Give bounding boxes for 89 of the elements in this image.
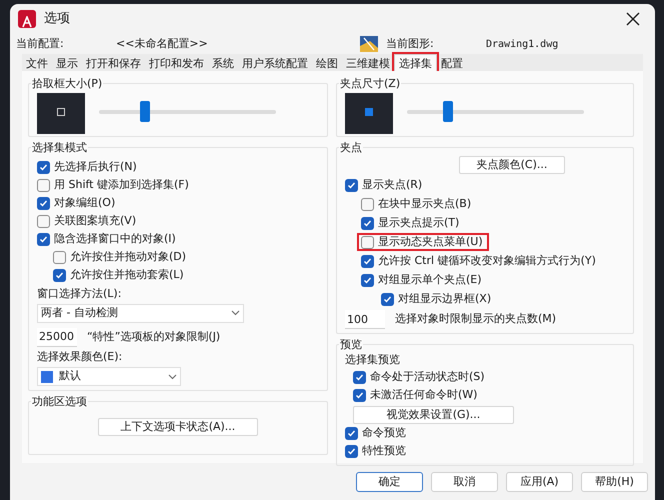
grip-square-icon xyxy=(365,108,373,116)
checkbox-label: 用 Shift 键添加到选择集(F) xyxy=(54,176,189,193)
button[interactable]: 夹点颜色(C)... xyxy=(459,156,565,174)
window-title: 选项 xyxy=(44,10,70,28)
checkmark-icon xyxy=(363,276,372,284)
tab[interactable]: 用户系统配置 xyxy=(238,55,312,71)
checkbox-label: 对象编组(O) xyxy=(54,194,116,211)
tab[interactable]: 打印和发布 xyxy=(145,55,208,71)
checkbox[interactable] xyxy=(353,389,366,402)
checkbox-label: 显示动态夹点菜单(U) xyxy=(378,234,483,250)
dropdown[interactable]: 两者 - 自动检测 xyxy=(37,304,244,322)
checkbox-label: 允许按 Ctrl 键循环改变对象编辑方式行为(Y) xyxy=(378,252,596,269)
checkbox-label: 对组显示边界框(X) xyxy=(398,290,492,307)
dropdown-value: 默认 xyxy=(59,368,81,384)
checkmark-icon xyxy=(39,234,48,244)
dialog-button[interactable]: 帮助(H) xyxy=(581,472,648,492)
checkbox-label: 命令处于活动状态时(S) xyxy=(370,369,485,386)
chevron-down-icon xyxy=(168,374,177,380)
checkbox-label: 在块中显示夹点(B) xyxy=(378,196,472,212)
checkbox-label: 显示夹点提示(T) xyxy=(378,214,460,231)
dialog-button[interactable]: 确定 xyxy=(356,472,423,492)
checkbox[interactable] xyxy=(345,178,358,192)
tab[interactable]: 打开和保存 xyxy=(82,55,145,71)
checkmark-icon xyxy=(39,198,48,208)
tab[interactable]: 显示 xyxy=(52,55,82,71)
button[interactable]: 视觉效果设置(G)... xyxy=(353,406,514,424)
checkmark-icon xyxy=(383,294,392,304)
checkbox[interactable] xyxy=(361,254,374,268)
checkbox[interactable] xyxy=(381,292,394,306)
profile-label: 当前配置: xyxy=(16,36,65,52)
field-label: 窗口选择方法(L): xyxy=(37,286,122,302)
tab[interactable]: 三维建模 xyxy=(342,55,394,71)
checkbox[interactable] xyxy=(345,445,358,458)
checkbox[interactable] xyxy=(37,232,50,246)
input-field[interactable]: 25000 xyxy=(37,328,77,346)
slider-thumb[interactable] xyxy=(442,101,453,122)
checkbox[interactable] xyxy=(345,427,358,440)
checkmark-icon xyxy=(347,180,356,190)
checkbox-label: 未激活任何命令时(W) xyxy=(370,387,478,404)
app-logo-icon xyxy=(18,10,36,28)
checkmark-icon xyxy=(363,256,372,266)
checkbox[interactable] xyxy=(37,178,50,192)
checkbox-label: 隐含选择窗口中的对象(I) xyxy=(54,230,176,247)
checkbox[interactable] xyxy=(361,198,374,210)
tab[interactable]: 选择集 xyxy=(394,54,437,71)
dialog-button[interactable]: 取消 xyxy=(431,472,498,492)
drawing-label: 当前图形: xyxy=(386,36,435,52)
dropdown[interactable]: 默认 xyxy=(37,367,181,386)
group-title: 拾取框大小(P) xyxy=(31,76,104,92)
checkbox[interactable] xyxy=(361,236,374,248)
drawing-file-icon xyxy=(360,36,378,52)
group-title: 夹点尺寸(Z) xyxy=(339,76,402,92)
checkbox-label: 命令预览 xyxy=(362,425,406,442)
checkbox[interactable] xyxy=(53,268,66,282)
checkmark-icon xyxy=(39,162,48,172)
slider-thumb[interactable] xyxy=(140,101,150,122)
checkmark-icon xyxy=(55,270,64,280)
tab[interactable]: 配置 xyxy=(437,55,467,71)
section-label: 选择集预览 xyxy=(345,352,401,368)
checkbox[interactable] xyxy=(37,214,50,228)
pickbox-square-icon xyxy=(57,108,65,116)
dropdown-value: 两者 - 自动检测 xyxy=(41,304,118,321)
checkbox[interactable] xyxy=(361,274,374,286)
tab[interactable]: 绘图 xyxy=(312,55,342,71)
field-label: 选择对象时限制显示的夹点数(M) xyxy=(395,311,556,328)
checkbox-label: 关联图案填充(V) xyxy=(54,212,136,229)
checkbox[interactable] xyxy=(353,371,366,384)
field-label: “特性”选项板的对象限制(J) xyxy=(87,328,220,345)
checkbox[interactable] xyxy=(37,196,50,210)
checkbox[interactable] xyxy=(37,160,50,174)
checkbox-label: 允许按住并拖动对象(D) xyxy=(70,248,186,265)
field-label: 选择效果颜色(E): xyxy=(37,348,124,364)
close-icon[interactable] xyxy=(626,12,640,26)
checkmark-icon xyxy=(363,218,372,228)
checkbox[interactable] xyxy=(53,250,66,264)
chevron-down-icon xyxy=(231,310,240,316)
dialog-button[interactable]: 应用(A) xyxy=(506,472,573,492)
checkbox-label: 特性预览 xyxy=(362,443,406,460)
checkbox-label: 先选择后执行(N) xyxy=(54,158,137,175)
drawing-value: Drawing1.dwg xyxy=(486,38,558,52)
checkbox-label: 允许按住并拖动套索(L) xyxy=(70,266,184,283)
profile-value: <<未命名配置>> xyxy=(116,36,209,52)
input-field[interactable]: 100 xyxy=(345,310,385,329)
checkbox-label: 显示夹点(R) xyxy=(362,176,422,193)
checkbox[interactable] xyxy=(361,216,374,230)
button[interactable]: 上下文选项卡状态(A)... xyxy=(98,418,258,436)
tab[interactable]: 系统 xyxy=(208,55,238,71)
tab[interactable]: 文件 xyxy=(22,55,52,71)
checkbox-label: 对组显示单个夹点(E) xyxy=(378,272,482,288)
